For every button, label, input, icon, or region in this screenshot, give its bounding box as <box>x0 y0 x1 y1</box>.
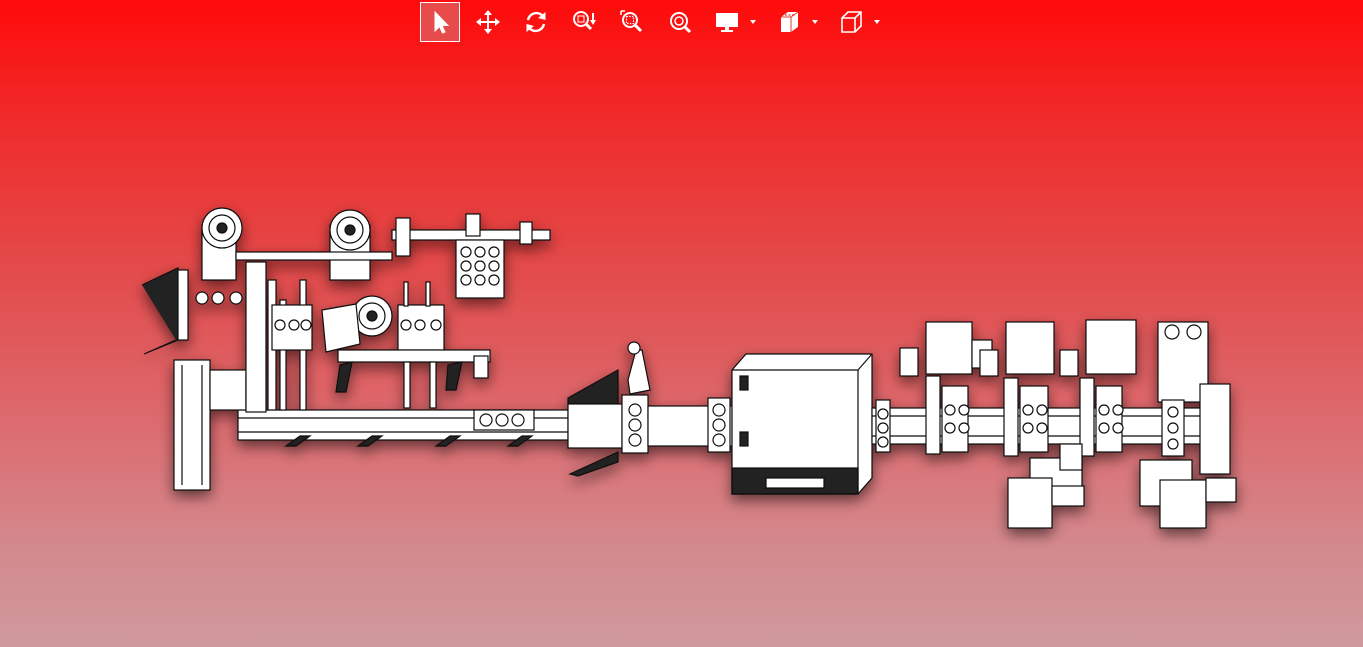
production-line-model <box>141 207 1237 529</box>
cad-model-viewport[interactable] <box>0 0 1363 647</box>
